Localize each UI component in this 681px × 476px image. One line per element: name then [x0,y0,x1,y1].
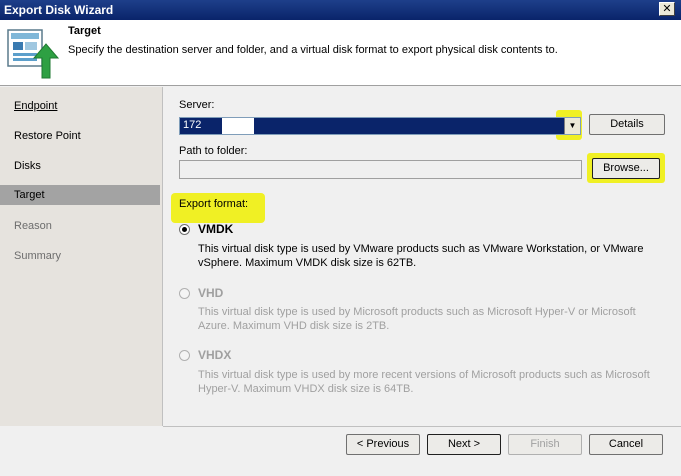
sidebar-item-target[interactable]: Target [0,185,160,205]
vmdk-description: This virtual disk type is used by VMware… [198,243,644,269]
disk-export-icon [7,29,60,79]
vhd-radio[interactable] [179,288,190,299]
export-format-label: Export format: [179,198,249,210]
sidebar-item-restore-point[interactable]: Restore Point [0,126,160,146]
vhdx-radio[interactable] [179,350,190,361]
page-title: Target [68,25,101,37]
sidebar-item-reason: Reason [14,220,52,232]
server-combobox[interactable]: 172 ▼ [179,117,581,135]
window-titlebar: Export Disk Wizard ✕ [0,0,681,20]
close-icon: ✕ [662,3,672,15]
page-description: Specify the destination server and folde… [68,44,558,56]
wizard-steps-sidebar: Endpoint Restore Point Disks Target Reas… [0,87,162,426]
sidebar-item-summary: Summary [14,250,62,262]
details-button[interactable]: Details [589,114,665,135]
vhdx-description: This virtual disk type is used by more r… [198,369,650,395]
sidebar-item-disks[interactable]: Disks [0,156,160,176]
vhd-option-title[interactable]: VHD [198,286,223,300]
vhd-description: This virtual disk type is used by Micros… [198,306,636,332]
server-value: 172 [183,119,202,131]
finish-button: Finish [508,434,582,455]
previous-button[interactable]: < Previous [346,434,420,455]
next-button[interactable]: Next > [427,434,501,455]
cancel-button[interactable]: Cancel [589,434,663,455]
server-label: Server: [179,99,215,111]
close-button[interactable]: ✕ [659,2,675,16]
path-field[interactable] [179,160,582,179]
window-title: Export Disk Wizard [4,3,114,17]
vmdk-option-title[interactable]: VMDK [198,222,233,236]
vhdx-option-title[interactable]: VHDX [198,348,231,362]
path-label: Path to folder: [179,145,248,157]
wizard-content: Server: 172 ▼ Details Path to folder: Br… [163,87,681,426]
redaction-mask [222,118,254,134]
sidebar-item-endpoint[interactable]: Endpoint [0,96,160,116]
browse-button[interactable]: Browse... [592,158,660,179]
vmdk-radio[interactable] [179,224,190,235]
wizard-footer: < Previous Next > Finish Cancel [0,427,681,476]
chevron-down-icon[interactable]: ▼ [564,118,580,134]
wizard-header: Target Specify the destination server an… [0,20,681,86]
